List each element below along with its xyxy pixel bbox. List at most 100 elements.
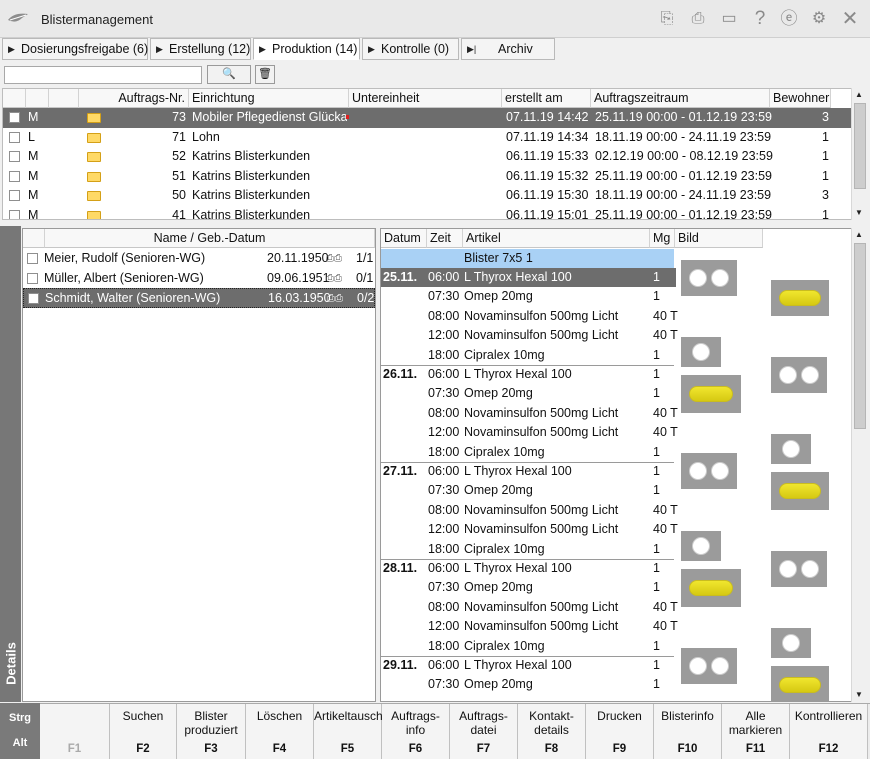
fkey-f4[interactable]: Löschen F4 (246, 704, 314, 759)
header-checkbox-col[interactable] (23, 229, 45, 248)
fkey-f6[interactable]: Auftrags-info F6 (382, 704, 450, 759)
header-untereinheit[interactable]: Untereinheit (349, 89, 502, 108)
resident-row[interactable]: Müller, Albert (Senioren-WG) 09.06.1951 ⎙⎙… (23, 269, 375, 289)
header-zeit[interactable]: Zeit (427, 229, 463, 248)
table-row[interactable]: M 51 Katrins Blisterkunden 06.11.19 15:32 25… (3, 167, 851, 187)
medication-row[interactable]: 25.11. 06:00 L Thyrox Hexal 100 1 (381, 268, 676, 288)
copy-icon[interactable]: ⎘ (657, 9, 677, 29)
fkey-f11[interactable]: Alle markieren F11 (722, 704, 790, 759)
search-input[interactable] (4, 66, 202, 84)
header-type-col[interactable] (26, 89, 49, 108)
medication-row[interactable]: 08:00 Novaminsulfon 500mg Licht 40 T (381, 501, 678, 520)
tab-dosierungsfreigabe[interactable]: ▶ Dosierungsfreigabe (6) (2, 38, 148, 60)
close-icon[interactable]: ✕ (840, 9, 860, 29)
medication-row[interactable]: 08:00 Novaminsulfon 500mg Licht 40 T (381, 307, 678, 326)
e-icon[interactable]: ⓔ (779, 9, 799, 29)
medication-row[interactable]: 12:00 Novaminsulfon 500mg Licht 40 T (381, 423, 678, 442)
medication-row[interactable]: 18:00 Cipralex 10mg 1 (381, 540, 676, 559)
header-zeitraum[interactable]: Auftragszeitraum (591, 89, 770, 108)
tab-produktion[interactable]: ▶ Produktion (14) (253, 38, 360, 60)
chevron-right-icon: ▶ (156, 44, 163, 54)
row-checkbox[interactable] (9, 190, 20, 201)
monitor-icon[interactable]: ▭ (719, 9, 739, 29)
delete-button[interactable]: 🗑 (255, 65, 275, 84)
fkey-key: F3 (204, 743, 218, 755)
med-time: 07:30 (428, 483, 460, 498)
table-row[interactable]: M 41 Katrins Blisterkunden 06.11.19 15:01 25… (3, 206, 851, 219)
scroll-up-icon[interactable]: ▲ (852, 228, 866, 242)
header-bild[interactable]: Bild (675, 229, 763, 248)
table-row[interactable]: M 52 Katrins Blisterkunden 06.11.19 15:33 02… (3, 147, 851, 167)
header-einrichtung[interactable]: Einrichtung (189, 89, 349, 108)
med-time: 06:00 (428, 270, 460, 284)
header-mg[interactable]: Mg (650, 229, 675, 248)
medication-row[interactable]: 26.11. 06:00 L Thyrox Hexal 100 1 (381, 365, 676, 384)
fkey-f8[interactable]: Kontakt-details F8 (518, 704, 586, 759)
medication-row[interactable]: 07:30 Omep 20mg 1 (381, 481, 676, 500)
scroll-thumb[interactable] (854, 243, 866, 429)
tab-archiv[interactable]: ▶| Archiv (461, 38, 555, 60)
orders-scrollbar[interactable]: ▲ ▼ (851, 88, 866, 220)
row-checkbox[interactable] (28, 293, 39, 304)
orders-table: Auftrags-Nr. Einrichtung Untereinheit er… (2, 88, 852, 220)
scroll-thumb[interactable] (854, 103, 866, 189)
tab-erstellung[interactable]: ▶ Erstellung (12) (150, 38, 251, 60)
scroll-up-icon[interactable]: ▲ (852, 88, 866, 102)
fkey-f10[interactable]: Blisterinfo F10 (654, 704, 722, 759)
row-checkbox[interactable] (9, 170, 20, 182)
tab-kontrolle[interactable]: ▶ Kontrolle (0) (362, 38, 459, 60)
fkey-f2[interactable]: Suchen F2 (110, 704, 177, 759)
medication-row[interactable]: 18:00 Cipralex 10mg 1 (381, 346, 676, 365)
search-button[interactable]: 🔍 (207, 65, 251, 84)
medication-row[interactable]: 29.11. 06:00 L Thyrox Hexal 100 1 (381, 656, 676, 675)
scroll-down-icon[interactable]: ▼ (852, 206, 866, 220)
header-checkbox-col[interactable] (3, 89, 26, 108)
fkey-f9[interactable]: Drucken F9 (586, 704, 654, 759)
resident-row[interactable]: Schmidt, Walter (Senioren-WG) 16.03.1950 ⎙… (23, 288, 375, 308)
header-icon-col[interactable] (49, 89, 79, 108)
medication-row[interactable]: 12:00 Novaminsulfon 500mg Licht 40 T (381, 326, 678, 345)
fkey-f12[interactable]: Kontrollieren F12 (790, 704, 868, 759)
row-checkbox[interactable] (9, 151, 20, 162)
help-icon[interactable]: ? (750, 9, 770, 29)
print-icon[interactable]: ⎙ (688, 9, 708, 29)
table-row[interactable]: M 50 Katrins Blisterkunden 06.11.19 15:30 18… (3, 186, 851, 206)
blister-header[interactable]: Blister 7x5 1 (381, 249, 674, 268)
header-name-dob[interactable]: Name / Geb.-Datum (45, 229, 375, 248)
details-panel-toggle[interactable]: Details (0, 226, 21, 702)
fkey-f5[interactable]: Artikeltausch F5 (314, 704, 383, 759)
header-datum[interactable]: Datum (381, 229, 427, 248)
row-checkbox[interactable] (9, 112, 20, 123)
table-row[interactable]: L 71 Lohn 07.11.19 14:34 18.11.19 00:00 - 24… (3, 128, 851, 148)
medication-row[interactable]: 07:30 Omep 20mg 1 (381, 675, 676, 694)
row-checkbox[interactable] (9, 131, 20, 143)
modifier-keys[interactable]: Strg Alt (0, 703, 40, 759)
medication-row[interactable]: 07:30 Omep 20mg 1 (381, 578, 676, 597)
medication-row[interactable]: 12:00 Novaminsulfon 500mg Licht 40 T (381, 520, 678, 539)
resident-row[interactable]: Meier, Rudolf (Senioren-WG) 20.11.1950 ⎙⎙ 1… (23, 249, 375, 269)
header-erstellt[interactable]: erstellt am (502, 89, 591, 108)
scroll-down-icon[interactable]: ▼ (852, 688, 866, 702)
day-separator (381, 656, 674, 657)
header-auftragsnr[interactable]: Auftrags-Nr. (79, 89, 189, 108)
meds-scrollbar[interactable]: ▲ ▼ (851, 228, 866, 702)
medication-row[interactable]: 18:00 Cipralex 10mg 1 (381, 443, 676, 462)
medication-row[interactable]: 27.11. 06:00 L Thyrox Hexal 100 1 (381, 462, 676, 481)
header-bewohner[interactable]: Bewohner (770, 89, 831, 108)
medication-row[interactable]: 12:00 Novaminsulfon 500mg Licht 40 T (381, 617, 678, 636)
medication-row[interactable]: 18:00 Cipralex 10mg 1 (381, 637, 676, 656)
medication-row[interactable]: 07:30 Omep 20mg 1 (381, 287, 676, 306)
medication-row[interactable]: 08:00 Novaminsulfon 500mg Licht 40 T (381, 598, 678, 617)
fkey-f3[interactable]: Blister produziert F3 (177, 704, 246, 759)
fkey-f7[interactable]: Auftrags-datei F7 (450, 704, 518, 759)
settings-icon[interactable]: ⚙ (809, 9, 829, 29)
header-artikel[interactable]: Artikel (463, 229, 650, 248)
medication-row[interactable]: 07:30 Omep 20mg 1 (381, 384, 676, 403)
row-checkbox[interactable] (9, 209, 20, 219)
medication-row[interactable]: 08:00 Novaminsulfon 500mg Licht 40 T (381, 404, 678, 423)
medication-row[interactable]: 28.11. 06:00 L Thyrox Hexal 100 1 (381, 559, 676, 578)
row-checkbox[interactable] (27, 253, 38, 264)
row-checkbox[interactable] (27, 272, 38, 284)
fkey-f1[interactable]: F1 (40, 704, 110, 759)
table-row[interactable]: M 73 Mobiler Pflegedienst Glücka 07.11.19 1… (3, 108, 851, 128)
